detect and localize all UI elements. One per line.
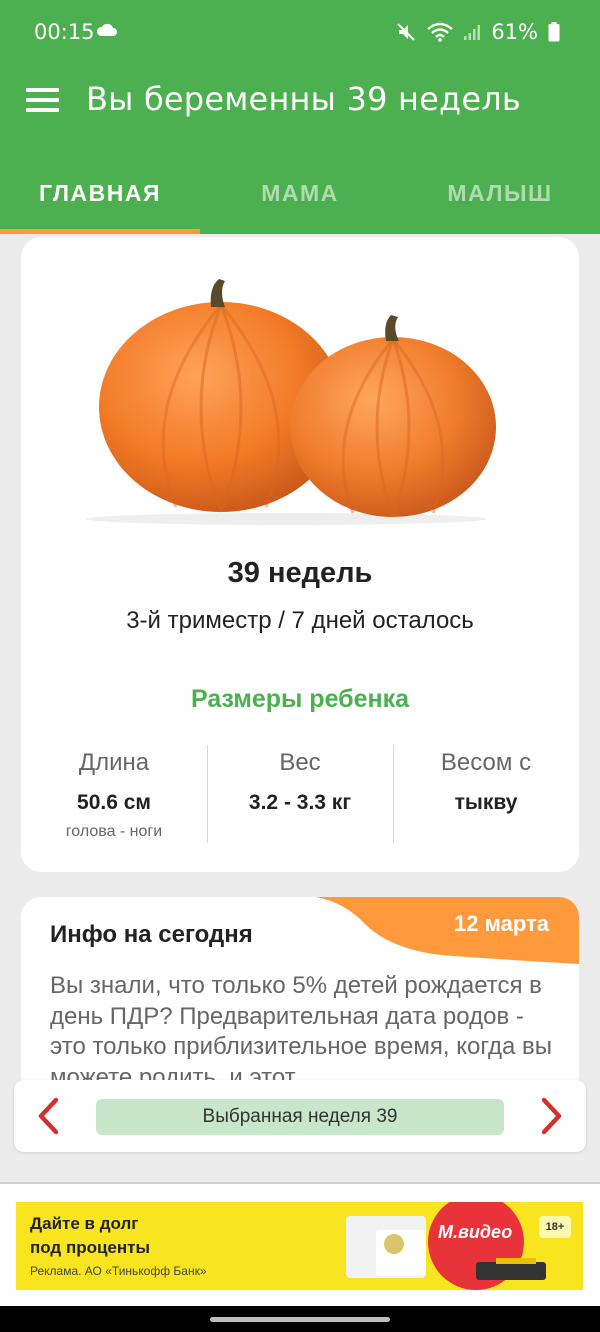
week-card: 39 недель 3-й триместр / 7 дней осталось… [21,237,579,872]
stat-value: 3.2 - 3.3 кг [248,791,352,814]
stat-label: Вес [279,749,321,776]
stat-label: Весом с [440,749,532,776]
info-text: Вы знали, что только 5% детей рождается … [50,972,553,1091]
ad-legal: Реклама. АО «Тинькофф Банк» [30,1264,207,1278]
ad-headline-1: Дайте в долг [30,1214,139,1233]
ad-artwork: М.видео [346,1202,546,1290]
tab-bar: ГЛАВНАЯ МАМА МАЛЫШ [0,158,600,234]
tab-baby[interactable]: МАЛЫШ [400,158,600,234]
info-date: 12 марта [454,911,549,936]
weeks-count: 39 недель [227,557,373,589]
status-bar: 00:15 61% [0,0,600,66]
svg-text:М.видео: М.видео [438,1222,512,1242]
selected-week[interactable]: Выбранная неделя 39 [96,1099,504,1135]
page-title: Вы беременны 39 недель [86,80,521,118]
chevron-left-icon[interactable] [32,1096,64,1136]
stat-label: Длина [78,749,150,776]
hamburger-menu-icon[interactable] [26,86,60,116]
baby-stats: Длина 50.6 см голова - ноги Вес 3.2 - 3.… [21,745,579,845]
stat-value: тыкву [454,791,518,814]
week-navigator: Выбранная неделя 39 [14,1080,586,1152]
stat-comparison: Весом с тыкву [393,745,579,845]
stat-sub: голова - ноги [65,823,163,840]
chevron-right-icon[interactable] [536,1096,568,1136]
app-bar: Вы беременны 39 недель [0,66,600,158]
stat-weight: Вес 3.2 - 3.3 кг [207,745,393,845]
cloud-icon [96,23,117,36]
mute-icon [397,23,416,41]
battery-percent: 61% [491,20,538,44]
system-nav-bar [0,1306,600,1332]
status-time: 00:15 [34,20,95,44]
home-handle[interactable] [210,1317,390,1322]
stat-value: 50.6 см [77,791,151,814]
ad-banner[interactable]: Дайте в долг под проценты Реклама. АО «Т… [16,1202,583,1290]
battery-icon [548,22,560,42]
info-title: Инфо на сегодня [50,921,253,948]
baby-sizes-title: Размеры ребенка [190,685,410,713]
wifi-icon [427,22,454,42]
tab-main[interactable]: ГЛАВНАЯ [0,158,200,234]
stat-length: Длина 50.6 см голова - ноги [21,745,207,845]
age-rating-badge: 18+ [539,1216,571,1238]
tab-mom[interactable]: МАМА [200,158,400,234]
trimester-text: 3-й триместр / 7 дней осталось [126,607,474,634]
pumpkins-image [86,279,496,525]
signal-icon [464,25,481,40]
info-card[interactable]: 12 марта Инфо на сегодня Вы знали, что т… [21,897,579,1097]
ad-headline-2: под проценты [30,1238,150,1257]
ad-zone: Дайте в долг под проценты Реклама. АО «Т… [0,1182,600,1306]
